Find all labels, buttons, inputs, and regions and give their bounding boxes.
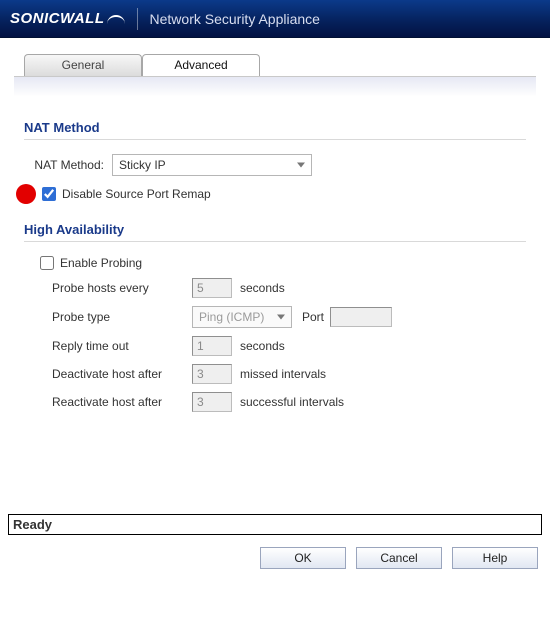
nat-method-select[interactable]: Sticky IP <box>112 154 312 176</box>
label-disable-source-port-remap: Disable Source Port Remap <box>62 187 211 201</box>
input-reactivate[interactable] <box>192 392 232 412</box>
label-deactivate: Deactivate host after <box>52 367 192 381</box>
row-enable-probing: Enable Probing <box>40 256 526 270</box>
button-bar: OK Cancel Help <box>0 543 550 581</box>
ok-button[interactable]: OK <box>260 547 346 569</box>
help-button[interactable]: Help <box>452 547 538 569</box>
ha-settings-group: Probe hosts every seconds Probe type Pin… <box>24 278 526 412</box>
brand-logo: SONICWALL <box>10 10 125 27</box>
header-divider <box>137 8 138 30</box>
tab-gradient-bar <box>14 76 536 96</box>
probe-type-select[interactable]: Ping (ICMP) <box>192 306 292 328</box>
label-port: Port <box>302 310 324 324</box>
brand-text-left: SONIC <box>10 10 60 27</box>
brand-text-right: WALL <box>60 10 105 27</box>
tab-advanced[interactable]: Advanced <box>142 54 260 76</box>
unit-reactivate: successful intervals <box>240 395 344 409</box>
input-deactivate[interactable] <box>192 364 232 384</box>
input-port[interactable] <box>330 307 392 327</box>
label-nat-method: NAT Method: <box>24 158 112 172</box>
highlight-dot-icon <box>16 184 36 204</box>
chevron-down-icon <box>277 315 285 320</box>
tab-general[interactable]: General <box>24 54 142 76</box>
label-probe-every: Probe hosts every <box>52 281 192 295</box>
checkbox-enable-probing[interactable] <box>40 256 54 270</box>
section-divider-nat <box>24 139 526 140</box>
checkbox-disable-source-port-remap[interactable] <box>42 187 56 201</box>
chevron-down-icon <box>297 163 305 168</box>
product-title: Network Security Appliance <box>150 11 320 27</box>
probe-type-value: Ping (ICMP) <box>199 310 264 324</box>
label-probe-type: Probe type <box>52 310 192 324</box>
unit-deactivate: missed intervals <box>240 367 326 381</box>
label-reply-timeout: Reply time out <box>52 339 192 353</box>
section-title-nat: NAT Method <box>24 120 526 135</box>
tabs-bar: General Advanced <box>0 42 550 76</box>
app-header: SONICWALL Network Security Appliance <box>0 0 550 38</box>
nat-method-value: Sticky IP <box>119 158 166 172</box>
section-title-ha: High Availability <box>24 222 526 237</box>
unit-reply-timeout: seconds <box>240 339 285 353</box>
brand-arc-icon <box>107 15 125 25</box>
section-divider-ha <box>24 241 526 242</box>
input-probe-every[interactable] <box>192 278 232 298</box>
label-enable-probing: Enable Probing <box>60 256 142 270</box>
row-disable-remap: Disable Source Port Remap <box>16 184 526 204</box>
content-panel: NAT Method NAT Method: Sticky IP Disable… <box>0 96 550 510</box>
unit-probe-every: seconds <box>240 281 285 295</box>
row-nat-method: NAT Method: Sticky IP <box>24 154 526 176</box>
input-reply-timeout[interactable] <box>192 336 232 356</box>
status-bar: Ready <box>8 514 542 535</box>
label-reactivate: Reactivate host after <box>52 395 192 409</box>
cancel-button[interactable]: Cancel <box>356 547 442 569</box>
